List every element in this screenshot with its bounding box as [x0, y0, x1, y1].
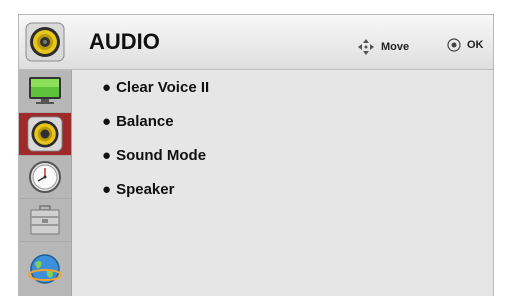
menu-item-label: Balance — [116, 113, 174, 130]
bullet: ● — [102, 181, 112, 198]
menu-item-balance[interactable]: ● Balance — [102, 113, 174, 130]
bullet: ● — [102, 113, 112, 130]
navigation-arrows-icon — [358, 39, 374, 55]
sidebar-item-option[interactable] — [19, 199, 71, 242]
sidebar-item-audio[interactable] — [19, 113, 71, 156]
menu-item-label: Speaker — [116, 181, 175, 198]
speaker-icon — [25, 22, 65, 62]
category-sidebar — [19, 70, 72, 296]
menu-content: ● Clear Voice II ● Balance ● Sound Mode ● Sp… — [72, 70, 493, 296]
sidebar-item-network[interactable] — [19, 242, 71, 296]
page-title: AUDIO — [89, 29, 160, 54]
bullet: ● — [102, 79, 112, 96]
clock-icon — [29, 161, 61, 193]
globe-network-icon — [28, 254, 62, 284]
ok-button-icon — [447, 38, 461, 52]
menu-item-sound-mode[interactable]: ● Sound Mode — [102, 147, 206, 164]
speaker-icon — [27, 116, 63, 152]
menu-item-speaker[interactable]: ● Speaker — [102, 181, 174, 198]
tv-screen-icon — [29, 77, 61, 104]
menu-item-label: Sound Mode — [116, 147, 207, 164]
move-hint: Move — [357, 38, 409, 56]
bullet: ● — [102, 147, 112, 164]
sidebar-item-time[interactable] — [19, 156, 71, 199]
menu-item-label: Clear Voice II — [116, 79, 210, 96]
ok-hint: OK — [447, 38, 484, 52]
sidebar-item-picture[interactable] — [19, 70, 71, 113]
audio-menu-window: AUDIO Move OK ● Clear Voice II ● Balance… — [18, 14, 494, 296]
menu-header: AUDIO Move OK — [19, 15, 493, 70]
ok-label: OK — [467, 39, 484, 51]
menu-item-clear-voice[interactable]: ● Clear Voice II — [102, 79, 209, 96]
move-label: Move — [381, 41, 410, 53]
toolbox-icon — [30, 205, 60, 235]
